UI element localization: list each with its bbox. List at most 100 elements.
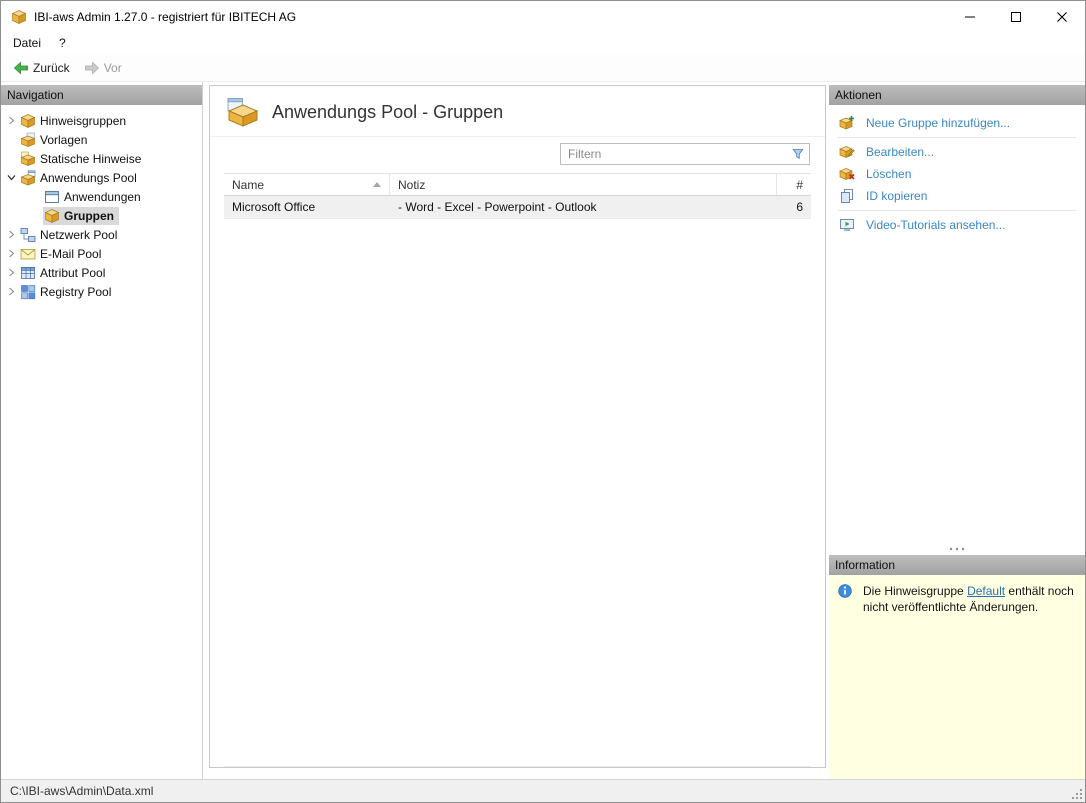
mail-icon bbox=[20, 246, 36, 262]
chevron-down-icon[interactable] bbox=[4, 173, 19, 182]
actions-panel: Aktionen Neue Gruppe hinzufügen... Bea bbox=[829, 85, 1085, 555]
table-row[interactable]: Microsoft Office - Word - Excel - Powerp… bbox=[224, 196, 811, 219]
groups-table: Name Notiz # Microsoft Off bbox=[224, 173, 811, 767]
close-icon bbox=[1057, 12, 1067, 22]
action-label: Neue Gruppe hinzufügen... bbox=[866, 116, 1010, 130]
sidebar-item-vorlagen[interactable]: Vorlagen bbox=[1, 130, 202, 149]
edit-group-icon bbox=[839, 144, 855, 160]
navigation-panel: Navigation Hinweisgruppen Vorlagen bbox=[1, 82, 203, 779]
default-group-link[interactable]: Default bbox=[967, 584, 1005, 598]
forward-button[interactable]: Vor bbox=[77, 58, 129, 78]
menu-help[interactable]: ? bbox=[50, 32, 75, 54]
box-icon bbox=[20, 132, 36, 148]
filter-row bbox=[210, 137, 825, 173]
separator bbox=[838, 137, 1076, 138]
sidebar-item-label: Anwendungen bbox=[64, 190, 141, 204]
sidebar-item-netzwerk-pool[interactable]: Netzwerk Pool bbox=[1, 225, 202, 244]
filter-funnel-icon[interactable] bbox=[791, 147, 805, 161]
cell-count: 6 bbox=[777, 200, 811, 214]
page-title: Anwendungs Pool - Gruppen bbox=[272, 102, 503, 123]
sort-asc-icon bbox=[373, 182, 381, 187]
back-arrow-icon bbox=[13, 60, 29, 76]
sidebar-item-label: E-Mail Pool bbox=[40, 247, 101, 261]
sidebar-item-label: Gruppen bbox=[64, 209, 114, 223]
box-icon bbox=[20, 113, 36, 129]
action-edit-group[interactable]: Bearbeiten... bbox=[829, 141, 1085, 163]
information-panel: Information Die Hinweisgruppe Default en… bbox=[829, 555, 1085, 779]
sidebar-item-email-pool[interactable]: E-Mail Pool bbox=[1, 244, 202, 263]
information-header: Information bbox=[829, 555, 1085, 575]
column-header-name[interactable]: Name bbox=[224, 174, 390, 195]
separator bbox=[838, 210, 1076, 211]
center-column: Anwendungs Pool - Gruppen Name bbox=[203, 82, 829, 779]
actions-header: Aktionen bbox=[829, 85, 1085, 105]
column-label: Notiz bbox=[398, 178, 425, 192]
sidebar-item-label: Attribut Pool bbox=[40, 266, 105, 280]
box-icon bbox=[44, 208, 60, 224]
action-label: Löschen bbox=[866, 167, 911, 181]
minimize-button[interactable] bbox=[947, 1, 993, 32]
action-video-tutorials[interactable]: Video-Tutorials ansehen... bbox=[829, 214, 1085, 236]
add-group-icon bbox=[839, 115, 855, 131]
navigation-tree: Hinweisgruppen Vorlagen Statische Hinwei… bbox=[1, 105, 202, 301]
chevron-right-icon[interactable] bbox=[4, 268, 19, 277]
action-label: Bearbeiten... bbox=[866, 145, 934, 159]
chevron-right-icon[interactable] bbox=[4, 116, 19, 125]
close-button[interactable] bbox=[1039, 1, 1085, 32]
sidebar-item-gruppen[interactable]: Gruppen bbox=[1, 206, 202, 225]
sidebar-item-anwendungs-pool[interactable]: Anwendungs Pool bbox=[1, 168, 202, 187]
chevron-right-icon[interactable] bbox=[4, 249, 19, 258]
table-header: Name Notiz # bbox=[224, 173, 811, 196]
action-copy-id[interactable]: ID kopieren bbox=[829, 185, 1085, 207]
network-icon bbox=[20, 227, 36, 243]
app-window: IBI-aws Admin 1.27.0 - registriert für I… bbox=[0, 0, 1086, 803]
titlebar: IBI-aws Admin 1.27.0 - registriert für I… bbox=[1, 1, 1085, 32]
column-header-notiz[interactable]: Notiz bbox=[390, 174, 777, 195]
filter-input[interactable] bbox=[560, 143, 810, 165]
maximize-icon bbox=[1011, 12, 1021, 22]
back-button[interactable]: Zurück bbox=[6, 58, 77, 78]
actions-list: Neue Gruppe hinzufügen... Bearbeiten... bbox=[829, 105, 1085, 543]
sidebar-item-label: Statische Hinweise bbox=[40, 152, 141, 166]
sidebar-item-statische-hinweise[interactable]: Statische Hinweise bbox=[1, 149, 202, 168]
content-area: Navigation Hinweisgruppen Vorlagen bbox=[1, 82, 1085, 779]
info-text-before: Die Hinweisgruppe bbox=[863, 584, 967, 598]
window-icon bbox=[44, 189, 60, 205]
cell-notiz: - Word - Excel - Powerpoint - Outlook bbox=[390, 200, 777, 214]
attribute-icon bbox=[20, 265, 36, 281]
app-icon bbox=[11, 9, 27, 25]
sidebar-item-attribut-pool[interactable]: Attribut Pool bbox=[1, 263, 202, 282]
menubar: Datei ? bbox=[1, 32, 1085, 54]
column-label: # bbox=[796, 178, 803, 192]
information-text: Die Hinweisgruppe Default enthält noch n… bbox=[863, 583, 1077, 615]
delete-group-icon bbox=[839, 166, 855, 182]
sidebar-item-label: Registry Pool bbox=[40, 285, 111, 299]
copy-icon bbox=[839, 188, 855, 204]
main-header: Anwendungs Pool - Gruppen bbox=[210, 86, 825, 137]
minimize-icon bbox=[965, 12, 975, 22]
column-label: Name bbox=[232, 178, 264, 192]
chevron-right-icon[interactable] bbox=[4, 287, 19, 296]
panel-splitter-grip[interactable] bbox=[829, 543, 1085, 555]
registry-icon bbox=[20, 284, 36, 300]
box-icon bbox=[20, 151, 36, 167]
group-pool-icon bbox=[226, 97, 260, 127]
action-delete-group[interactable]: Löschen bbox=[829, 163, 1085, 185]
statusbar: C:\IBI-aws\Admin\Data.xml bbox=[1, 779, 1085, 802]
filter-box bbox=[560, 143, 810, 165]
chevron-right-icon[interactable] bbox=[4, 230, 19, 239]
column-header-count[interactable]: # bbox=[777, 174, 811, 195]
sidebar-item-hinweisgruppen[interactable]: Hinweisgruppen bbox=[1, 111, 202, 130]
resize-grip-icon[interactable] bbox=[1070, 787, 1083, 800]
navigation-header: Navigation bbox=[1, 85, 202, 105]
information-body: Die Hinweisgruppe Default enthält noch n… bbox=[829, 575, 1085, 779]
back-label: Zurück bbox=[33, 61, 70, 75]
action-add-group[interactable]: Neue Gruppe hinzufügen... bbox=[829, 112, 1085, 134]
forward-label: Vor bbox=[104, 61, 122, 75]
maximize-button[interactable] bbox=[993, 1, 1039, 32]
menu-datei[interactable]: Datei bbox=[4, 32, 50, 54]
right-panel: Aktionen Neue Gruppe hinzufügen... Bea bbox=[829, 82, 1085, 779]
sidebar-item-anwendungen[interactable]: Anwendungen bbox=[1, 187, 202, 206]
sidebar-item-registry-pool[interactable]: Registry Pool bbox=[1, 282, 202, 301]
app-pool-icon bbox=[20, 170, 36, 186]
